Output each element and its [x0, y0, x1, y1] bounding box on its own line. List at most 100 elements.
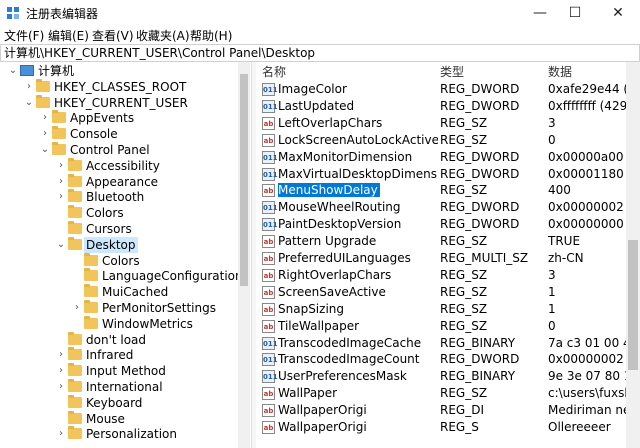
folder-icon: [36, 78, 50, 92]
value-name: ScreenSaveActive: [278, 284, 438, 301]
value-row[interactable]: ab ScreenSaveActive REG_SZ 1: [256, 284, 626, 301]
value-data: 0xafe29e44 (: [548, 82, 626, 96]
close-button[interactable]: ✕: [598, 0, 638, 26]
value-name: TranscodedImageCache: [278, 335, 438, 352]
menu-bar: 文件(F) 编辑(E) 查看(V) 收藏夹(A) 帮助(H): [0, 26, 640, 44]
expand-chevron-right-icon[interactable]: ›: [56, 363, 66, 379]
menu-file[interactable]: 文件(F): [4, 27, 44, 44]
column-header-data[interactable]: 数据: [548, 62, 572, 82]
tree-item[interactable]: Keyboard: [0, 394, 250, 411]
tree-item[interactable]: › Infrared: [0, 347, 250, 363]
tree-item[interactable]: › AppEvents: [0, 110, 250, 126]
value-row[interactable]: 011 TranscodedImageCount REG_DWORD 0x000000…: [256, 351, 626, 368]
expand-chevron-right-icon[interactable]: ›: [56, 426, 66, 442]
expand-chevron-down-icon[interactable]: ⌄: [8, 63, 18, 79]
value-row[interactable]: 011 MouseWheelRouting REG_DWORD 0x00000002 …: [256, 199, 626, 216]
maximize-button[interactable]: ☐: [555, 0, 595, 26]
tree-item[interactable]: › PerMonitorSettings: [0, 300, 250, 316]
expand-chevron-right-icon[interactable]: ›: [56, 347, 66, 363]
tree-scrollbar-thumb[interactable]: [240, 74, 248, 286]
value-row[interactable]: 011 ImageColor REG_DWORD 0xafe29e44 (: [256, 81, 626, 98]
value-name: SnapSizing: [278, 301, 438, 318]
value-row[interactable]: 011LastUpdated REG_DWORD 0xffffffff (4294: [256, 98, 626, 115]
value-row[interactable]: ab WallpaperOrigi REG_S Ollereeeer: [256, 419, 626, 436]
value-row[interactable]: 011 MaxMonitorDimension REG_DWORD 0x00000a0…: [256, 149, 626, 166]
tree-item[interactable]: Colors: [0, 205, 250, 221]
tree-item-label: Cursors: [86, 222, 132, 236]
tree-item[interactable]: ⌄ Control Panel: [0, 142, 250, 158]
value-type: REG_BINARY: [440, 369, 516, 384]
value-row[interactable]: 011 UserPreferencesMask REG_BINARY 9e 3e 07…: [256, 368, 626, 385]
tree-item[interactable]: ⌄ Desktop: [0, 236, 250, 253]
menu-edit[interactable]: 编辑(E): [48, 27, 89, 44]
value-row[interactable]: ab LeftOverlapChars REG_SZ 3: [256, 115, 626, 132]
value-row[interactable]: ab MenuShowDelay REG_SZ 400: [256, 182, 626, 199]
value-row[interactable]: 011 MaxVirtualDesktopDimension REG_DWORD 0x…: [256, 166, 626, 183]
tree-item[interactable]: ⌄ 计算机: [0, 63, 250, 79]
tree-item[interactable]: WindowMetrics: [0, 315, 250, 332]
expand-chevron-down-icon[interactable]: ⌄: [24, 95, 34, 111]
tree-item[interactable]: › Console: [0, 126, 250, 142]
expand-chevron-right-icon[interactable]: ›: [56, 174, 66, 190]
column-header-name[interactable]: 名称: [262, 62, 286, 82]
expand-chevron-right-icon[interactable]: ›: [56, 189, 66, 205]
value-row[interactable]: 011 PaintDesktopVersion REG_DWORD 0x0000000…: [256, 216, 626, 233]
tree-item[interactable]: Cursors: [0, 221, 250, 237]
value-row[interactable]: ab Pattern Upgrade REG_SZ TRUE: [256, 233, 626, 250]
value-row[interactable]: ab PreferredUILanguages REG_MULTI_SZ zh-CN: [256, 250, 626, 267]
expand-chevron-right-icon[interactable]: ›: [40, 110, 50, 126]
value-row[interactable]: ab SnapSizing REG_SZ 1: [256, 301, 626, 318]
value-name: ImageColor: [278, 81, 438, 98]
tree-item[interactable]: Mouse: [0, 410, 250, 427]
value-name-text: MenuShowDelay: [278, 183, 380, 198]
values-scrollbar-thumb[interactable]: [628, 240, 638, 370]
tree-item[interactable]: › Accessibility: [0, 157, 250, 174]
value-data: 7a c3 01 00 4:: [548, 335, 626, 350]
menu-help[interactable]: 帮助(H): [190, 27, 232, 44]
binary-value-icon: 011: [262, 150, 278, 164]
minimize-button[interactable]: —: [520, 0, 560, 26]
expand-chevron-right-icon[interactable]: ›: [24, 79, 34, 95]
value-row[interactable]: 011 TranscodedImageCache REG_BINARY 7a c3 0…: [256, 335, 626, 352]
tree-item[interactable]: › International: [0, 379, 250, 395]
address-bar[interactable]: 计算机\HKEY_CURRENT_USER\Control Panel\Desk…: [0, 44, 640, 62]
value-type: REG_DWORD: [440, 166, 520, 181]
value-name-text: ImageColor: [278, 82, 347, 96]
expand-chevron-right-icon[interactable]: ›: [72, 300, 82, 316]
value-type: REG_DWORD: [440, 217, 520, 232]
expand-chevron-right-icon[interactable]: ›: [56, 379, 66, 395]
value-data: c:\users\fuxshi: [548, 386, 626, 401]
value-row[interactable]: abWallpaperOrigi REG_DI Mediriman nens: [256, 402, 626, 419]
folder-icon: [84, 315, 98, 329]
tree-item[interactable]: › Appearance: [0, 173, 250, 190]
tree-item-label: don't load: [86, 332, 147, 347]
menu-view[interactable]: 查看(V): [92, 27, 134, 44]
value-row[interactable]: ab TileWallpaper REG_SZ 0: [256, 318, 626, 335]
tree-item[interactable]: › HKEY_CLASSES_ROOT: [0, 78, 250, 95]
tree-item[interactable]: › Input Method: [0, 363, 250, 379]
tree-item-label: WindowMetrics: [102, 316, 193, 331]
tree-item[interactable]: Colors: [0, 252, 250, 269]
tree-item[interactable]: › Bluetooth: [0, 189, 250, 205]
value-name: Pattern Upgrade: [278, 233, 438, 250]
tree-item[interactable]: don't load: [0, 331, 250, 348]
menu-favorites[interactable]: 收藏夹(A): [136, 27, 190, 44]
value-row[interactable]: abWallPaper REG_SZ c:\users\fuxshi: [256, 385, 626, 402]
expand-chevron-right-icon[interactable]: ›: [56, 158, 66, 174]
column-header-type[interactable]: 类型: [440, 62, 464, 82]
tree-item[interactable]: MuiCached: [0, 284, 250, 300]
binary-value-icon: 011: [262, 167, 278, 181]
expand-chevron-down-icon[interactable]: ⌄: [56, 237, 66, 253]
tree-item[interactable]: LanguageConfiguration: [0, 268, 250, 284]
tree-item-label: LanguageConfiguration: [102, 269, 243, 284]
expand-chevron-right-icon[interactable]: ›: [40, 126, 50, 142]
computer-icon: [20, 65, 34, 76]
expand-chevron-down-icon[interactable]: ⌄: [40, 142, 50, 158]
value-type: REG_SZ: [440, 183, 488, 198]
tree-item[interactable]: ⌄ HKEY_CURRENT_USER: [0, 94, 250, 111]
tree-item-label: MuiCached: [102, 285, 169, 300]
value-row[interactable]: ab LockScreenAutoLockActive REG_SZ 0: [256, 132, 626, 149]
tree-item-label: 计算机: [38, 64, 75, 78]
tree-item[interactable]: › Personalization: [0, 426, 250, 442]
value-row[interactable]: ab RightOverlapChars REG_SZ 3: [256, 267, 626, 284]
